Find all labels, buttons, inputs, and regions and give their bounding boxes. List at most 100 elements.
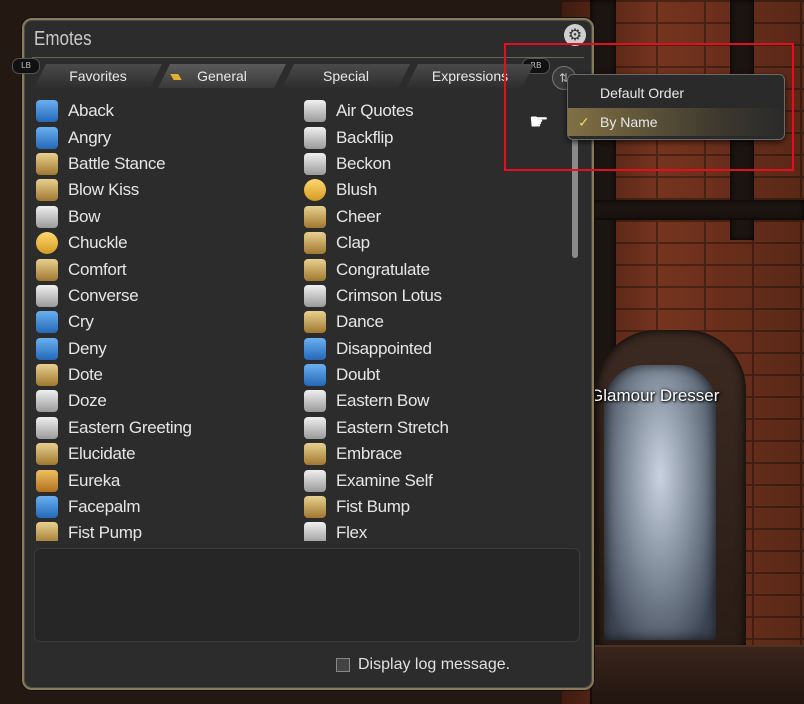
- emote-item[interactable]: Crimson Lotus: [304, 283, 564, 309]
- emote-icon: [36, 337, 58, 360]
- emote-item[interactable]: Blow Kiss: [36, 177, 296, 203]
- tab-label: Favorites: [69, 68, 127, 84]
- active-tab-marker: [170, 74, 181, 80]
- emote-item[interactable]: Blush: [304, 177, 564, 203]
- emote-label: Cry: [68, 312, 94, 332]
- emote-item[interactable]: Converse: [36, 283, 296, 309]
- emote-label: Deny: [68, 338, 107, 358]
- emote-label: Beckon: [336, 153, 391, 173]
- emote-icon: [304, 364, 326, 387]
- emote-label: Dance: [336, 312, 384, 332]
- emote-icon: [304, 311, 326, 334]
- emote-icon: [304, 232, 326, 255]
- emote-icon: [304, 469, 326, 492]
- emote-label: Examine Self: [336, 470, 433, 490]
- emote-icon: [36, 258, 58, 281]
- emote-label: Fist Pump: [68, 523, 142, 541]
- emote-icon: [36, 416, 58, 439]
- emote-icon: [36, 232, 58, 255]
- emote-label: Converse: [68, 285, 139, 305]
- emote-label: Eastern Bow: [336, 391, 430, 411]
- emote-item[interactable]: Cry: [36, 309, 296, 335]
- emote-item[interactable]: Aback: [36, 98, 296, 124]
- emote-item[interactable]: Chuckle: [36, 230, 296, 256]
- emote-label: Clap: [336, 233, 370, 253]
- emote-label: Cheer: [336, 206, 381, 226]
- emote-icon: [304, 205, 326, 228]
- log-preview-area: [34, 548, 580, 642]
- emote-label: Aback: [68, 101, 114, 121]
- emote-label: Doubt: [336, 365, 380, 385]
- dresser-base: [592, 645, 804, 704]
- tab-general[interactable]: General: [158, 64, 286, 88]
- emote-label: Flex: [336, 523, 367, 541]
- emote-label: Elucidate: [68, 444, 136, 464]
- emote-item[interactable]: Bow: [36, 204, 296, 230]
- emote-icon: [304, 100, 326, 123]
- tab-label: Expressions: [431, 68, 509, 84]
- emote-item[interactable]: Battle Stance: [36, 151, 296, 177]
- wood-beam: [590, 200, 804, 220]
- emote-item[interactable]: Eastern Stretch: [304, 415, 564, 441]
- emote-item[interactable]: Clap: [304, 230, 564, 256]
- glamour-dresser-label: Glamour Dresser: [590, 386, 720, 405]
- display-log-toggle[interactable]: Display log message.: [336, 656, 510, 674]
- emote-item[interactable]: Comfort: [36, 256, 296, 282]
- emote-item[interactable]: Fist Pump: [36, 520, 296, 541]
- emote-list: Aback Angry Battle Stance Blow Kiss Bow Chuck…: [34, 98, 564, 541]
- window-title: Emotes: [34, 28, 92, 50]
- emote-icon: [36, 152, 58, 175]
- emote-item[interactable]: Fist Bump: [304, 494, 564, 520]
- emote-label: Backflip: [336, 127, 394, 147]
- emote-item[interactable]: Eastern Bow: [304, 388, 564, 414]
- emote-item[interactable]: Flex: [304, 520, 564, 541]
- emote-item[interactable]: Doze: [36, 388, 296, 414]
- dresser-mirror: [604, 365, 716, 640]
- emote-label: Congratulate: [336, 259, 430, 279]
- emote-icon: [36, 126, 58, 149]
- emote-label: Facepalm: [68, 497, 141, 517]
- emote-item[interactable]: Eureka: [36, 467, 296, 493]
- emote-icon: [304, 258, 326, 281]
- emote-label: Embrace: [336, 444, 402, 464]
- emote-icon: [36, 390, 58, 413]
- log-checkbox[interactable]: [336, 658, 350, 672]
- emote-icon: [36, 364, 58, 387]
- emote-item[interactable]: Examine Self: [304, 467, 564, 493]
- emote-item[interactable]: Cheer: [304, 204, 564, 230]
- tab-label: General: [197, 68, 247, 84]
- emote-icon: [36, 179, 58, 202]
- emote-icon: [304, 179, 326, 202]
- emote-icon: [36, 205, 58, 228]
- emote-icon: [36, 284, 58, 307]
- emote-item[interactable]: Dote: [36, 362, 296, 388]
- emote-item[interactable]: Dance: [304, 309, 564, 335]
- emote-label: Air Quotes: [336, 101, 414, 121]
- emote-item[interactable]: Disappointed: [304, 336, 564, 362]
- emote-label: Disappointed: [336, 338, 432, 358]
- emote-label: Chuckle: [68, 233, 128, 253]
- emote-label: Blow Kiss: [68, 180, 139, 200]
- emote-item[interactable]: Deny: [36, 336, 296, 362]
- tab-special[interactable]: Special: [282, 64, 410, 88]
- emote-icon: [304, 284, 326, 307]
- emote-item[interactable]: Congratulate: [304, 256, 564, 282]
- emote-label: Eastern Greeting: [68, 417, 192, 437]
- emote-item[interactable]: Eastern Greeting: [36, 415, 296, 441]
- emote-icon: [36, 522, 58, 541]
- emote-item[interactable]: Doubt: [304, 362, 564, 388]
- emote-icon: [36, 469, 58, 492]
- title-divider: [32, 57, 584, 58]
- emote-icon: [304, 443, 326, 466]
- emote-item[interactable]: Angry: [36, 124, 296, 150]
- emote-item[interactable]: Elucidate: [36, 441, 296, 467]
- emote-icon: [36, 311, 58, 334]
- emote-label: Eastern Stretch: [336, 417, 449, 437]
- emote-item[interactable]: Embrace: [304, 441, 564, 467]
- emote-icon: [304, 126, 326, 149]
- emote-item[interactable]: Facepalm: [36, 494, 296, 520]
- emote-label: Crimson Lotus: [336, 285, 442, 305]
- emote-label: Angry: [68, 127, 111, 147]
- tab-favorites[interactable]: Favorites: [34, 64, 162, 88]
- emote-icon: [304, 496, 326, 519]
